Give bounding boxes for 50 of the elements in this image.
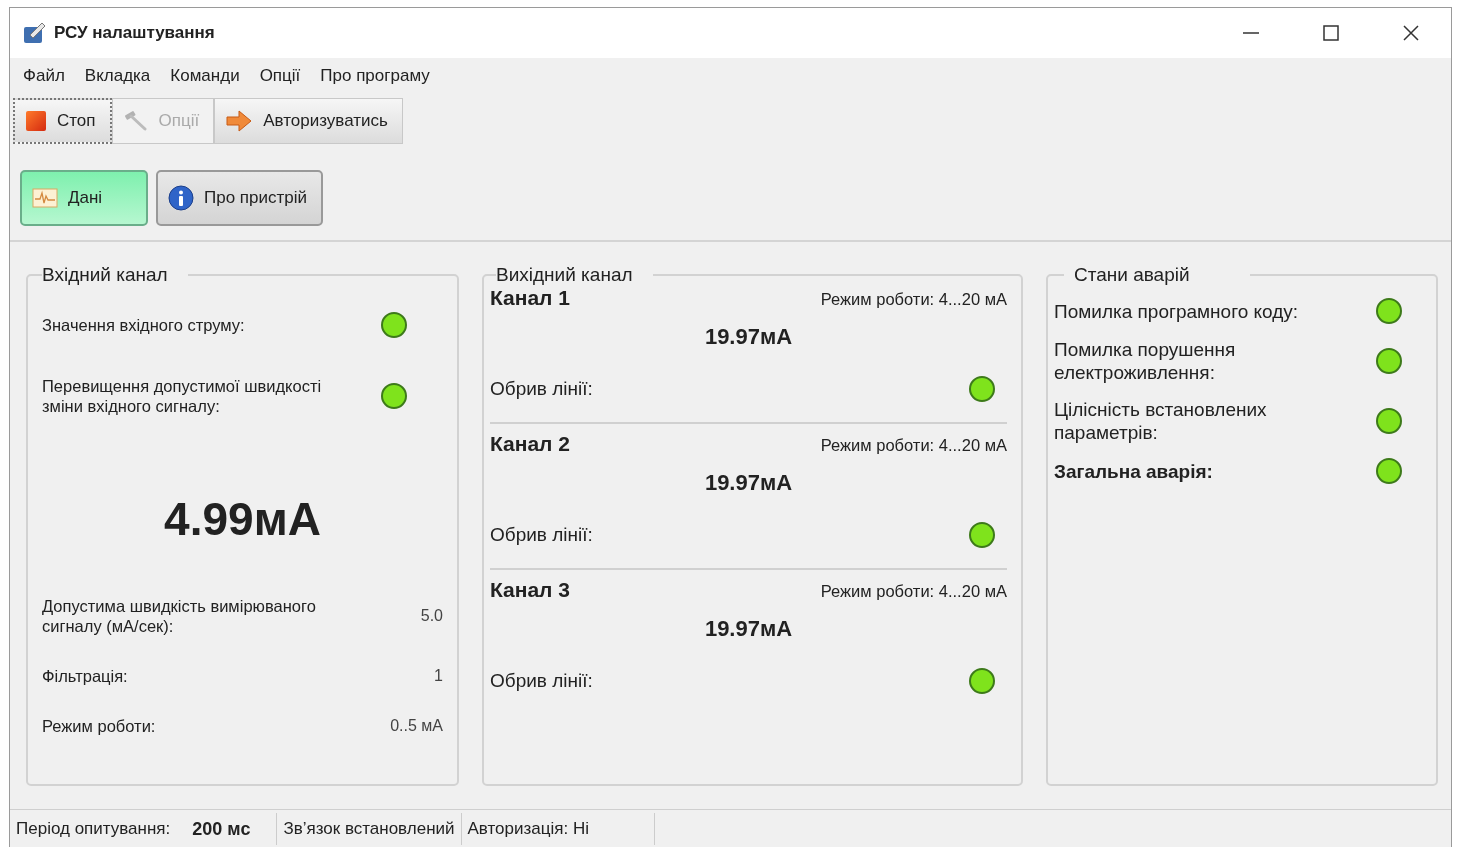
hammer-icon bbox=[122, 110, 149, 132]
mode-label: Режим роботи: 4...20 мА bbox=[820, 436, 1007, 455]
line-break-label: Обрив лінії: bbox=[490, 379, 593, 399]
window-title: РСУ налаштування bbox=[54, 23, 216, 43]
tab[interactable]: Дані bbox=[20, 170, 148, 226]
poll-period: 200 мс bbox=[192, 818, 251, 840]
menu-item[interactable]: Команди bbox=[160, 66, 250, 86]
param-value: 5.0 bbox=[420, 607, 443, 625]
menu-item[interactable]: Про програму bbox=[310, 66, 440, 86]
param-label: Фільтрація: bbox=[42, 666, 128, 686]
status-label: Період опитування: bbox=[16, 819, 171, 839]
alarm-label: Помилка порушення електроживлення: bbox=[1054, 338, 1237, 384]
stop-icon bbox=[25, 110, 47, 132]
info-icon bbox=[168, 185, 194, 211]
indicator-label: Перевищення допустимої швидкості зміни вхідного сигналу: bbox=[42, 376, 323, 416]
indicator-label: Значення вхідного струму: bbox=[42, 315, 245, 335]
channel-title: Канал 1 bbox=[490, 286, 570, 310]
close-icon[interactable] bbox=[1402, 24, 1420, 42]
line-break-label: Обрив лінії: bbox=[490, 671, 593, 691]
mode-label: Режим роботи: 4...20 мА bbox=[820, 582, 1007, 601]
toolbar-button[interactable]: Авторизуватись bbox=[214, 98, 403, 144]
param-label: Режим роботи: bbox=[42, 716, 156, 736]
channel-reading: 19.97мА bbox=[703, 470, 794, 496]
maximize-icon[interactable] bbox=[1322, 24, 1340, 42]
alarm-label: Помилка програмного коду: bbox=[1054, 299, 1299, 323]
param-label: Допустима швидкість вимірюваного сигналу (мА/сек): bbox=[42, 596, 317, 636]
line-break-label: Обрив лінії: bbox=[490, 525, 593, 545]
chart-icon bbox=[32, 188, 58, 208]
app-icon bbox=[22, 21, 46, 45]
panel-title: Вихідний канал bbox=[496, 264, 634, 286]
toolbar-button[interactable]: Стоп bbox=[13, 98, 112, 144]
alarm-label: Загальна аварія: bbox=[1054, 459, 1213, 483]
tab[interactable]: Про пристрій bbox=[156, 170, 324, 226]
current-reading: 4.99мА bbox=[163, 492, 322, 546]
channel-title: Канал 3 bbox=[490, 578, 570, 602]
channel-reading: 19.97мА bbox=[703, 324, 794, 350]
alarm-label: Цілісність встановлених параметрів: bbox=[1054, 398, 1268, 444]
panel-title: Стани аварій bbox=[1073, 264, 1191, 286]
panel-title: Вхідний канал bbox=[42, 264, 169, 286]
auth-status: Авторизація: Ні bbox=[467, 819, 589, 839]
menu-item[interactable]: Вкладка bbox=[74, 66, 161, 86]
param-value: 0..5 мА bbox=[390, 717, 443, 735]
channel-reading: 19.97мА bbox=[703, 616, 794, 642]
menu-item[interactable]: Файл bbox=[13, 66, 75, 86]
connection-status: Зв’язок встановлений bbox=[283, 819, 455, 839]
arrow-icon bbox=[225, 110, 254, 132]
mode-label: Режим роботи: 4...20 мА bbox=[820, 290, 1007, 309]
channel-title: Канал 2 bbox=[490, 432, 570, 456]
param-value: 1 bbox=[434, 667, 443, 685]
menu-item[interactable]: Опції bbox=[249, 66, 311, 86]
